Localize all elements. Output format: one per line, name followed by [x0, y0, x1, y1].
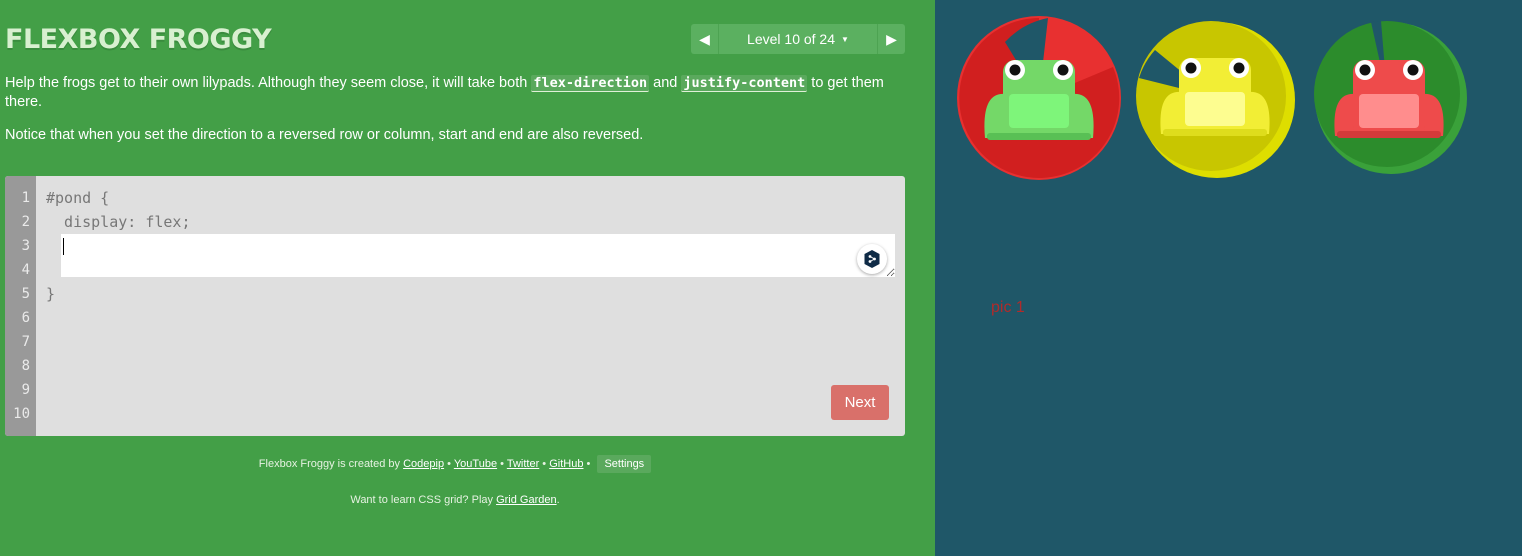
pic-label: pic 1 — [991, 299, 1025, 316]
line-number: 4 — [21, 262, 30, 278]
code-line-close: } — [46, 285, 56, 303]
level-navigator: ◀ Level 10 of 24 ▼ ▶ — [691, 24, 905, 54]
pond-board: pic 1 — [935, 0, 1522, 556]
level-instructions: Help the frogs get to their own lilypads… — [5, 74, 905, 159]
yellow-frog-on-lilypad — [1133, 12, 1297, 185]
flex-direction-keyword[interactable]: flex-direction — [531, 75, 650, 92]
line-number: 10 — [13, 406, 30, 422]
deepl-translate-icon — [864, 250, 880, 268]
game-panel: FLEXBOX FROGGY ◀ Level 10 of 24 ▼ ▶ Help… — [0, 0, 935, 556]
previous-level-button[interactable]: ◀ — [691, 24, 719, 54]
text-cursor — [63, 238, 64, 255]
grid-garden-link[interactable]: Grid Garden — [496, 494, 557, 506]
next-level-button[interactable]: ▶ — [877, 24, 905, 54]
triangle-right-icon: ▶ — [886, 30, 897, 47]
level-label: Level 10 of 24 — [747, 31, 836, 47]
youtube-link[interactable]: YouTube — [454, 458, 497, 470]
code-editor: 1 2 3 4 5 6 7 8 9 10 #pond { display: fl… — [5, 176, 905, 436]
line-number: 2 — [21, 214, 30, 230]
twitter-link[interactable]: Twitter — [507, 458, 539, 470]
line-number: 7 — [21, 334, 30, 350]
line-number: 1 — [21, 190, 30, 206]
level-dropdown[interactable]: Level 10 of 24 ▼ — [719, 24, 877, 54]
code-line-selector: #pond { — [46, 189, 110, 207]
line-number: 5 — [21, 286, 30, 302]
settings-button[interactable]: Settings — [597, 455, 652, 473]
credits-footer: Flexbox Froggy is created by Codepip • Y… — [5, 455, 905, 473]
css-code-input[interactable] — [61, 234, 895, 277]
line-number-gutter: 1 2 3 4 5 6 7 8 9 10 — [5, 176, 36, 436]
grid-garden-promo: Want to learn CSS grid? Play Grid Garden… — [350, 494, 560, 506]
codepip-link[interactable]: Codepip — [403, 458, 444, 470]
instruction-paragraph-2: Notice that when you set the direction t… — [5, 127, 644, 143]
github-link[interactable]: GitHub — [549, 458, 583, 470]
line-number: 6 — [21, 310, 30, 326]
justify-content-keyword[interactable]: justify-content — [681, 75, 808, 92]
triangle-left-icon: ◀ — [699, 30, 710, 47]
line-number: 8 — [21, 358, 30, 374]
line-number: 3 — [21, 238, 30, 254]
red-frog-on-green-lilypad — [1313, 12, 1469, 181]
game-title: FLEXBOX FROGGY — [5, 24, 272, 55]
next-button[interactable]: Next — [831, 385, 889, 420]
code-line-display: display: flex; — [46, 213, 191, 231]
instruction-paragraph-1: Help the frogs get to their own lilypads… — [5, 75, 884, 110]
deepl-translate-button[interactable] — [857, 244, 887, 274]
line-number: 9 — [21, 382, 30, 398]
caret-down-icon: ▼ — [841, 34, 849, 44]
red-frog-on-lilypad — [953, 12, 1125, 189]
